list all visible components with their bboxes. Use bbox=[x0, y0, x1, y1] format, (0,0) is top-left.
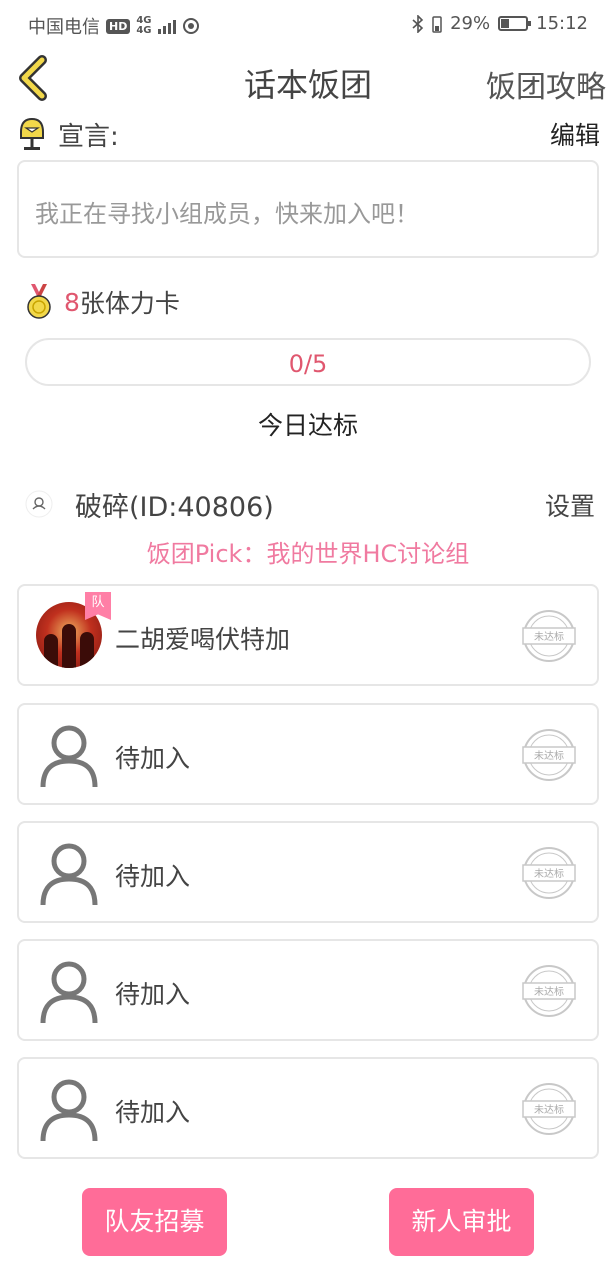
stamp-text: 未达标 bbox=[534, 750, 564, 762]
mailbox-icon bbox=[20, 117, 44, 150]
member-name: 待加入 bbox=[115, 862, 191, 891]
hd-badge: HD bbox=[106, 18, 131, 34]
not-met-stamp-icon: 未达标 bbox=[522, 965, 576, 1017]
declaration-label: 宣言: bbox=[58, 122, 119, 152]
battery-fill bbox=[501, 19, 509, 28]
leader-avatar-icon[interactable] bbox=[25, 490, 53, 518]
member-name: 待加入 bbox=[115, 744, 191, 773]
medal-icon bbox=[27, 284, 51, 319]
progress-text: 0/5 bbox=[288, 350, 328, 378]
stamp-text: 未达标 bbox=[534, 986, 564, 998]
phone-battery-icon bbox=[432, 15, 442, 33]
header: 话本饭团 饭团攻略 bbox=[0, 52, 616, 112]
stamp-text: 未达标 bbox=[534, 1104, 564, 1116]
recruit-button[interactable]: 队友招募 bbox=[82, 1188, 227, 1256]
stamp-text: 未达标 bbox=[534, 631, 564, 643]
edit-button[interactable]: 编辑 bbox=[550, 116, 600, 152]
not-met-stamp-icon: 未达标 bbox=[522, 1083, 576, 1135]
settings-button[interactable]: 设置 bbox=[545, 487, 595, 523]
battery-percent: 29% bbox=[450, 13, 491, 34]
stamp-text: 未达标 bbox=[534, 868, 564, 880]
leader-row: 破碎(ID:40806) 设置 bbox=[25, 482, 595, 524]
stamina-count: 8 bbox=[64, 287, 80, 317]
stamina-label: 张体力卡 bbox=[79, 289, 180, 318]
bluetooth-icon bbox=[412, 14, 424, 33]
member-card[interactable]: 待加入 未达标 bbox=[17, 703, 599, 805]
empty-user-icon bbox=[40, 1079, 98, 1142]
clock: 15:12 bbox=[536, 13, 588, 34]
empty-user-icon bbox=[40, 725, 98, 788]
status-bar: 中国电信 HD 4G 4G 29% 15:12 bbox=[0, 0, 616, 50]
status-left: 中国电信 HD 4G 4G bbox=[28, 13, 200, 39]
not-met-stamp-icon: 未达标 bbox=[522, 729, 576, 781]
strategy-link[interactable]: 饭团攻略 bbox=[486, 62, 606, 106]
stamina-row: 8 张体力卡 bbox=[26, 282, 180, 322]
member-name: 待加入 bbox=[115, 1098, 191, 1127]
empty-user-icon bbox=[40, 843, 98, 906]
not-met-stamp-icon: 未达标 bbox=[522, 610, 576, 662]
status-right: 29% 15:12 bbox=[412, 13, 588, 34]
declaration-row: 宣言: 编辑 bbox=[18, 114, 600, 154]
member-card[interactable]: 待加入 未达标 bbox=[17, 1057, 599, 1159]
group-pick[interactable]: 饭团Pick：我的世界HC讨论组 bbox=[0, 534, 616, 569]
member-name: 待加入 bbox=[115, 980, 191, 1009]
declaration-text: 我正在寻找小组成员，快来加入吧！ bbox=[17, 160, 599, 258]
not-met-stamp-icon: 未达标 bbox=[522, 847, 576, 899]
daily-target-label: 今日达标 bbox=[257, 411, 358, 440]
member-name: 二胡爱喝伏特加 bbox=[115, 625, 291, 654]
data-saver-icon bbox=[182, 18, 199, 34]
empty-user-icon bbox=[40, 961, 98, 1024]
signal-icon bbox=[157, 18, 176, 34]
battery-icon bbox=[498, 16, 532, 31]
network-indicator: 4G 4G bbox=[136, 16, 151, 36]
member-card[interactable]: 待加入 未达标 bbox=[17, 939, 599, 1041]
network-label-bottom: 4G bbox=[136, 25, 152, 36]
member-card[interactable]: 队 二胡爱喝伏特加 未达标 bbox=[17, 584, 599, 686]
daily-progress-bar: 0/5 bbox=[25, 338, 591, 386]
approve-button[interactable]: 新人审批 bbox=[389, 1188, 534, 1256]
carrier-label: 中国电信 bbox=[28, 17, 100, 38]
team-tag: 队 bbox=[85, 592, 111, 620]
member-card[interactable]: 待加入 未达标 bbox=[17, 821, 599, 923]
leader-name: 破碎(ID:40806) bbox=[75, 492, 274, 523]
